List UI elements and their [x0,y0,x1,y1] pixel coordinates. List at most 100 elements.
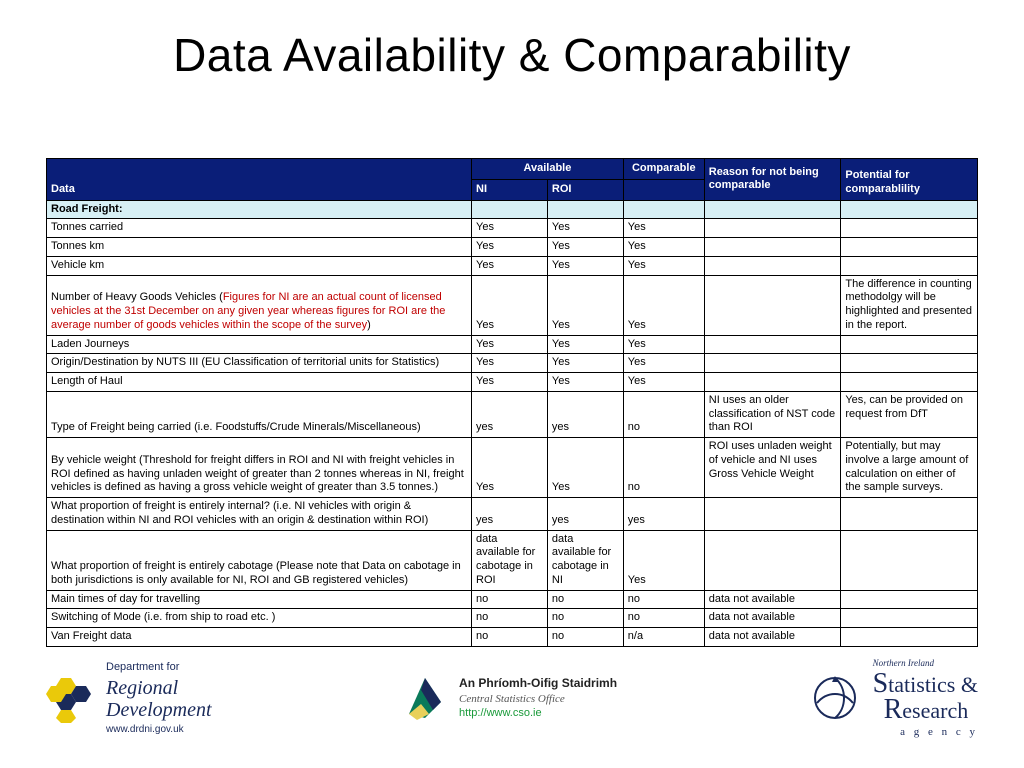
cell-ni: Yes [472,256,548,275]
table-row: Number of Heavy Goods Vehicles (Figures … [47,275,978,335]
cell-comp: Yes [623,238,704,257]
cell-data: Length of Haul [47,373,472,392]
cell-roi: Yes [547,373,623,392]
cell-roi: Yes [547,438,623,498]
drd-url: www.drdni.gov.uk [106,723,212,736]
cell-ni: yes [472,498,548,531]
cell-comp: yes [623,498,704,531]
cell-reason [704,219,841,238]
hdr-roi: ROI [547,179,623,200]
section-row: Road Freight: [47,200,978,219]
data-table-wrap: Data Available Comparable Reason for not… [46,158,978,647]
cell-roi: data available for cabotage in NI [547,530,623,590]
cell-data: Tonnes carried [47,219,472,238]
cell-ni: no [472,590,548,609]
cell-data: Number of Heavy Goods Vehicles (Figures … [47,275,472,335]
cell-reason [704,498,841,531]
cell-pot [841,628,978,647]
cell-pot: Potentially, but may involve a large amo… [841,438,978,498]
cell-ni: Yes [472,354,548,373]
table-row: Type of Freight being carried (i.e. Food… [47,391,978,437]
cell-data: Van Freight data [47,628,472,647]
cell-comp: no [623,391,704,437]
cell-data: Vehicle km [47,256,472,275]
cso-line1: An Phríomh-Oifig Staidrimh [459,676,617,692]
hdr-available: Available [472,159,624,180]
cell-roi: Yes [547,238,623,257]
cell-pot [841,590,978,609]
cell-pot: Yes, can be provided on request from DfT [841,391,978,437]
cell-roi: Yes [547,256,623,275]
cell-ni: Yes [472,238,548,257]
cell-ni: Yes [472,373,548,392]
cell-comp: no [623,438,704,498]
table-row: Switching of Mode (i.e. from ship to roa… [47,609,978,628]
table-row: Origin/Destination by NUTS III (EU Class… [47,354,978,373]
cell-roi: no [547,590,623,609]
cell-data: What proportion of freight is entirely c… [47,530,472,590]
cell-ni: yes [472,391,548,437]
cell-reason: data not available [704,609,841,628]
cell-reason: NI uses an older classification of NST c… [704,391,841,437]
cell-reason [704,335,841,354]
cell-pot [841,530,978,590]
logo-bar: Department for Regional Development www.… [46,658,978,738]
cell-roi: Yes [547,354,623,373]
logo-cso-text: An Phríomh-Oifig Staidrimh Central Stati… [459,676,617,720]
cell-reason [704,238,841,257]
cell-roi: yes [547,498,623,531]
table-row: Vehicle kmYesYesYes [47,256,978,275]
cell-ni: Yes [472,335,548,354]
cell-ni: no [472,628,548,647]
nisra-l3: a g e n c y [873,726,978,738]
logo-nisra: Northern Ireland SStatistics &tatistics … [807,658,978,738]
cell-reason [704,256,841,275]
logo-nisra-text: Northern Ireland SStatistics &tatistics … [873,658,978,738]
cell-roi: Yes [547,275,623,335]
cell-reason: data not available [704,628,841,647]
table-row: Laden JourneysYesYesYes [47,335,978,354]
cell-reason [704,354,841,373]
nisra-icon [807,673,863,723]
cell-pot [841,238,978,257]
cell-comp: Yes [623,373,704,392]
drd-icon [46,673,96,723]
drd-line3: Development [106,699,212,721]
cell-comp: Yes [623,219,704,238]
page-title: Data Availability & Comparability [0,28,1024,82]
hdr-reason: Reason for not being comparable [704,159,841,201]
cell-reason [704,373,841,392]
cso-url: http://www.cso.ie [459,706,617,720]
cell-comp: Yes [623,335,704,354]
cell-pot: The difference in counting methodolgy wi… [841,275,978,335]
cell-comp: Yes [623,530,704,590]
cell-roi: yes [547,391,623,437]
section-label: Road Freight: [47,200,472,219]
hdr-comp-blank [623,179,704,200]
cell-data: Laden Journeys [47,335,472,354]
cell-pot [841,498,978,531]
nisra-sm: Northern Ireland [873,658,978,668]
cell-data: Switching of Mode (i.e. from ship to roa… [47,609,472,628]
table-row: What proportion of freight is entirely i… [47,498,978,531]
cell-roi: no [547,628,623,647]
drd-line2: Regional [106,677,178,699]
table-row: Main times of day for travellingnononoda… [47,590,978,609]
cso-line2: Central Statistics Office [459,692,617,706]
table-row: Van Freight datanonon/adata not availabl… [47,628,978,647]
cell-comp: no [623,590,704,609]
cell-ni: no [472,609,548,628]
cell-reason [704,275,841,335]
cell-ni: data available for cabotage in ROI [472,530,548,590]
table-row: Tonnes kmYesYesYes [47,238,978,257]
logo-drd: Department for Regional Development www.… [46,660,212,735]
cell-data: What proportion of freight is entirely i… [47,498,472,531]
cell-comp: Yes [623,354,704,373]
table-body: Road Freight: Tonnes carriedYesYesYesTon… [47,200,978,646]
logo-drd-text: Department for Regional Development www.… [106,660,212,735]
cell-comp: n/a [623,628,704,647]
table-row: Tonnes carriedYesYesYes [47,219,978,238]
hdr-ni: NI [472,179,548,200]
table-row: What proportion of freight is entirely c… [47,530,978,590]
cell-data: Tonnes km [47,238,472,257]
